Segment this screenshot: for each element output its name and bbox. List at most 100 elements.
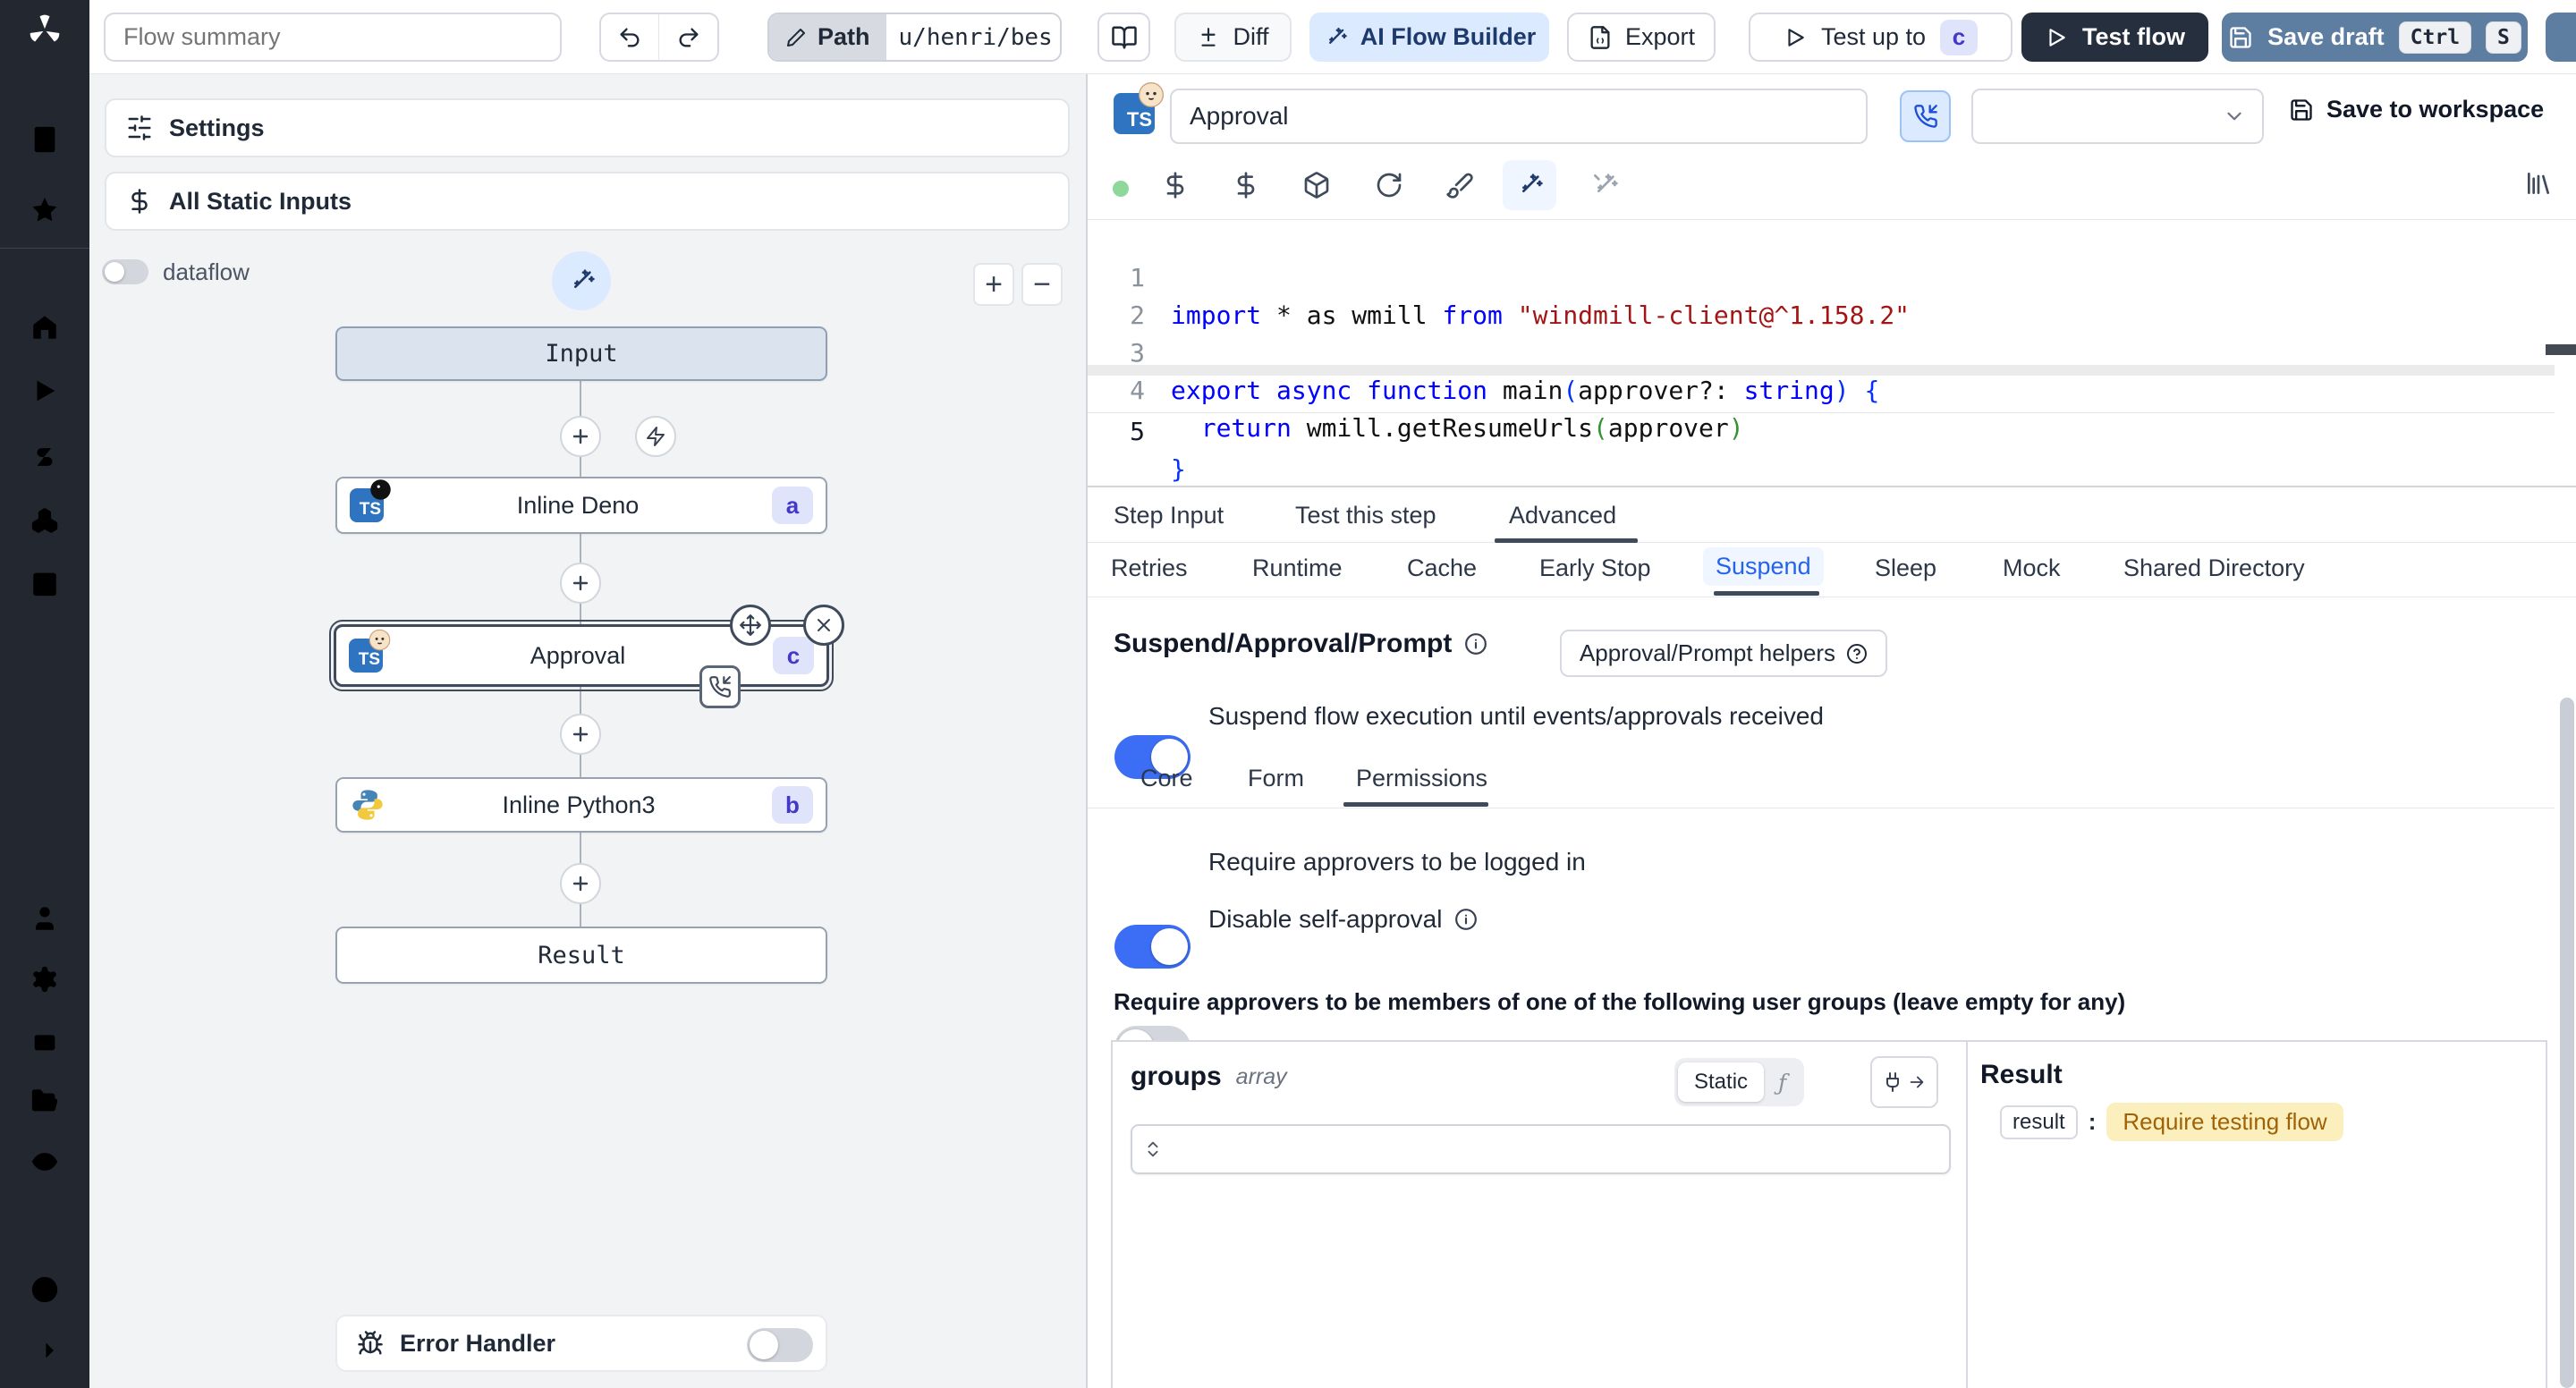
format-brush-icon[interactable] bbox=[1445, 171, 1474, 199]
ai-graph-wand-button[interactable] bbox=[552, 251, 611, 310]
wand-off-icon[interactable] bbox=[1590, 171, 1619, 199]
permissions-tab-bar: Core Form Permissions bbox=[1088, 754, 2555, 808]
groups-array-input[interactable] bbox=[1131, 1124, 1951, 1174]
require-logged-in-toggle[interactable] bbox=[1114, 925, 1191, 969]
zoom-in-button[interactable]: + bbox=[973, 263, 1014, 306]
graph-node-result[interactable]: Result bbox=[335, 927, 827, 984]
connect-input-button[interactable] bbox=[1870, 1056, 1938, 1108]
subtab-early-stop[interactable]: Early Stop bbox=[1539, 554, 1651, 582]
help-icon[interactable] bbox=[30, 1274, 60, 1305]
info-icon[interactable] bbox=[1464, 632, 1487, 656]
test-up-to-step-badge: c bbox=[1940, 19, 1979, 55]
error-handler-toggle[interactable] bbox=[747, 1328, 813, 1362]
home-icon[interactable] bbox=[30, 312, 60, 343]
static-mode-button[interactable]: Static bbox=[1678, 1062, 1765, 1102]
panel-scrollbar[interactable] bbox=[2560, 698, 2574, 1388]
variables-dollar-icon[interactable] bbox=[1161, 171, 1190, 199]
arrow-right-icon bbox=[1910, 1076, 1924, 1088]
tag-select[interactable] bbox=[1971, 89, 2264, 144]
graph-node-input[interactable]: Input bbox=[335, 326, 827, 381]
step-name-input[interactable] bbox=[1170, 89, 1868, 144]
approval-prompt-helpers-button[interactable]: Approval/Prompt helpers bbox=[1560, 630, 1887, 677]
save-icon bbox=[2291, 98, 2312, 121]
tab-form[interactable]: Form bbox=[1248, 765, 1304, 792]
flow-summary-input-field[interactable] bbox=[123, 23, 542, 51]
insert-step-button[interactable] bbox=[560, 563, 601, 604]
function-mode-button[interactable]: ƒ bbox=[1764, 1062, 1801, 1103]
workers-bot-icon[interactable] bbox=[30, 1025, 60, 1055]
deploy-button-partial[interactable] bbox=[2546, 13, 2576, 62]
refresh-icon[interactable] bbox=[1375, 171, 1403, 199]
subtab-runtime[interactable]: Runtime bbox=[1252, 554, 1343, 582]
undo-redo-group bbox=[599, 13, 719, 62]
error-handler-row[interactable]: Error Handler bbox=[335, 1315, 827, 1372]
subtab-cache[interactable]: Cache bbox=[1407, 554, 1477, 582]
info-icon[interactable] bbox=[1454, 908, 1478, 931]
test-up-to-button[interactable]: Test up to c bbox=[1749, 13, 2012, 62]
diff-button[interactable]: Diff bbox=[1174, 13, 1292, 62]
runs-play-icon[interactable] bbox=[30, 376, 60, 406]
tab-test-this-step[interactable]: Test this step bbox=[1295, 502, 1436, 529]
test-flow-button[interactable]: Test flow bbox=[2021, 13, 2208, 62]
insert-step-button[interactable] bbox=[560, 416, 601, 457]
delete-node-button[interactable] bbox=[803, 605, 844, 646]
package-icon[interactable] bbox=[1302, 171, 1331, 199]
users-icon[interactable] bbox=[30, 903, 60, 934]
dataflow-label: dataflow bbox=[163, 258, 250, 285]
suspend-heading: Suspend/Approval/Prompt bbox=[1114, 629, 1453, 658]
dataflow-toggle[interactable] bbox=[102, 259, 148, 284]
book-open-icon bbox=[1111, 26, 1137, 48]
insert-step-button[interactable] bbox=[560, 714, 601, 755]
code-editor[interactable]: 1 import * as wmill from "windmill-clien… bbox=[1088, 219, 2576, 486]
top-toolbar: Path u/henri/bes Diff AI Flow Builder Ex… bbox=[89, 0, 2576, 74]
ai-flow-builder-button[interactable]: AI Flow Builder bbox=[1309, 13, 1549, 62]
tab-step-input[interactable]: Step Input bbox=[1114, 502, 1224, 529]
deno-icon bbox=[370, 479, 391, 500]
suspend-phone-toggle-button[interactable] bbox=[1900, 90, 1951, 142]
result-key-chip[interactable]: result bbox=[2000, 1104, 2078, 1139]
typescript-icon: TS bbox=[1114, 82, 1164, 134]
dollar-icon bbox=[131, 189, 148, 214]
subtab-sleep[interactable]: Sleep bbox=[1875, 554, 1936, 582]
undo-button[interactable] bbox=[601, 14, 659, 60]
save-draft-button[interactable]: Save draft Ctrl S bbox=[2222, 13, 2528, 62]
tab-advanced[interactable]: Advanced bbox=[1509, 502, 1616, 529]
flow-settings-label: Settings bbox=[169, 114, 265, 141]
move-node-button[interactable] bbox=[730, 605, 771, 646]
insert-step-button[interactable] bbox=[560, 863, 601, 904]
path-button[interactable]: Path u/henri/bes bbox=[767, 13, 1062, 62]
workspace-building-icon[interactable] bbox=[30, 124, 60, 155]
subtab-mock[interactable]: Mock bbox=[2003, 554, 2061, 582]
all-static-inputs-label: All Static Inputs bbox=[169, 187, 352, 215]
tab-core[interactable]: Core bbox=[1140, 765, 1193, 792]
all-static-inputs-button[interactable]: All Static Inputs bbox=[105, 172, 1070, 231]
export-button[interactable]: Export bbox=[1567, 13, 1716, 62]
resources-boxes-icon[interactable] bbox=[30, 505, 60, 536]
schedules-calendar-icon[interactable] bbox=[30, 568, 60, 598]
graph-node-inline-deno[interactable]: TS Inline Deno a bbox=[335, 477, 827, 534]
ai-assist-button[interactable] bbox=[1503, 160, 1556, 210]
approval-face-icon bbox=[1139, 82, 1164, 107]
save-to-workspace-button[interactable]: Save to workspace bbox=[2289, 96, 2544, 123]
resources-dollar-icon[interactable] bbox=[1232, 171, 1260, 199]
flow-settings-button[interactable]: Settings bbox=[105, 98, 1070, 157]
settings-gear-icon[interactable] bbox=[30, 964, 60, 994]
zoom-out-button[interactable]: − bbox=[1021, 263, 1063, 306]
flow-summary-input[interactable] bbox=[104, 13, 562, 62]
expand-arrow-right-icon[interactable] bbox=[30, 1335, 60, 1366]
favorites-star-icon[interactable] bbox=[30, 195, 60, 225]
subtab-suspend[interactable]: Suspend bbox=[1703, 547, 1824, 586]
path-value: u/henri/bes bbox=[886, 14, 1060, 60]
subtab-retries[interactable]: Retries bbox=[1111, 554, 1188, 582]
graph-node-inline-python[interactable]: Inline Python3 b bbox=[335, 777, 827, 833]
tab-permissions[interactable]: Permissions bbox=[1356, 765, 1487, 792]
folders-icon[interactable] bbox=[30, 1086, 60, 1116]
redo-button[interactable] bbox=[659, 14, 717, 60]
audit-eye-icon[interactable] bbox=[30, 1147, 60, 1177]
library-icon[interactable] bbox=[2524, 169, 2553, 198]
insert-trigger-button[interactable] bbox=[635, 416, 676, 457]
subtab-shared-directory[interactable]: Shared Directory bbox=[2123, 554, 2305, 582]
file-export-icon bbox=[1590, 25, 1610, 49]
docs-button[interactable] bbox=[1097, 13, 1150, 62]
variables-dollar-icon[interactable] bbox=[30, 442, 60, 472]
